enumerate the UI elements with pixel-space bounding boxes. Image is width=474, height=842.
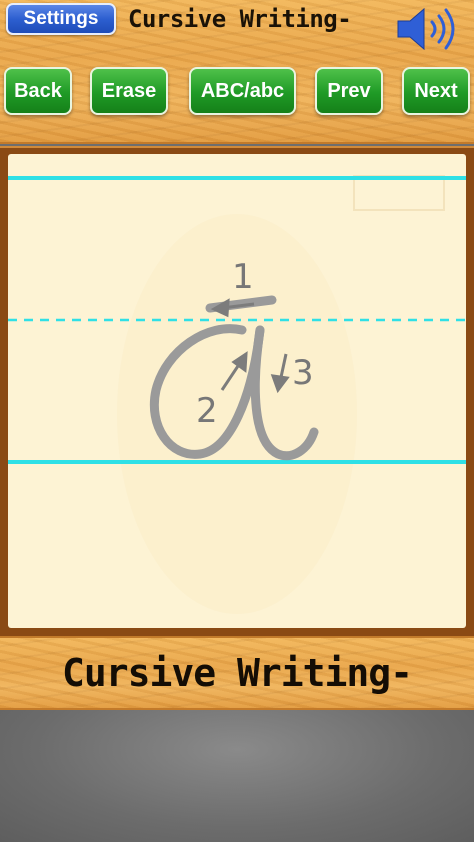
case-toggle-button[interactable]: ABC/abc [189, 67, 296, 115]
back-button[interactable]: Back [4, 67, 72, 115]
prev-button[interactable]: Prev [315, 67, 383, 115]
stroke-number-1: 1 [232, 257, 254, 297]
bottom-banner: Cursive Writing- [0, 636, 474, 710]
settings-button[interactable]: Settings [6, 3, 116, 35]
stroke-number-2: 2 [196, 391, 218, 431]
watermark-box [353, 175, 445, 211]
stroke-number-3: 3 [292, 353, 314, 393]
bottom-area [0, 710, 474, 842]
letter-guide-canvas: 1 2 3 [8, 175, 466, 614]
next-button[interactable]: Next [402, 67, 470, 115]
top-bar: Settings Cursive Writing- Back Erase ABC… [0, 0, 474, 144]
speaker-volume-icon[interactable] [396, 6, 462, 52]
board-frame: 1 2 3 [0, 146, 474, 636]
footer-title: Cursive Writing- [61, 651, 413, 695]
header-title: Cursive Writing- [128, 5, 352, 33]
writing-board[interactable]: 1 2 3 [8, 154, 466, 628]
erase-button[interactable]: Erase [90, 67, 168, 115]
